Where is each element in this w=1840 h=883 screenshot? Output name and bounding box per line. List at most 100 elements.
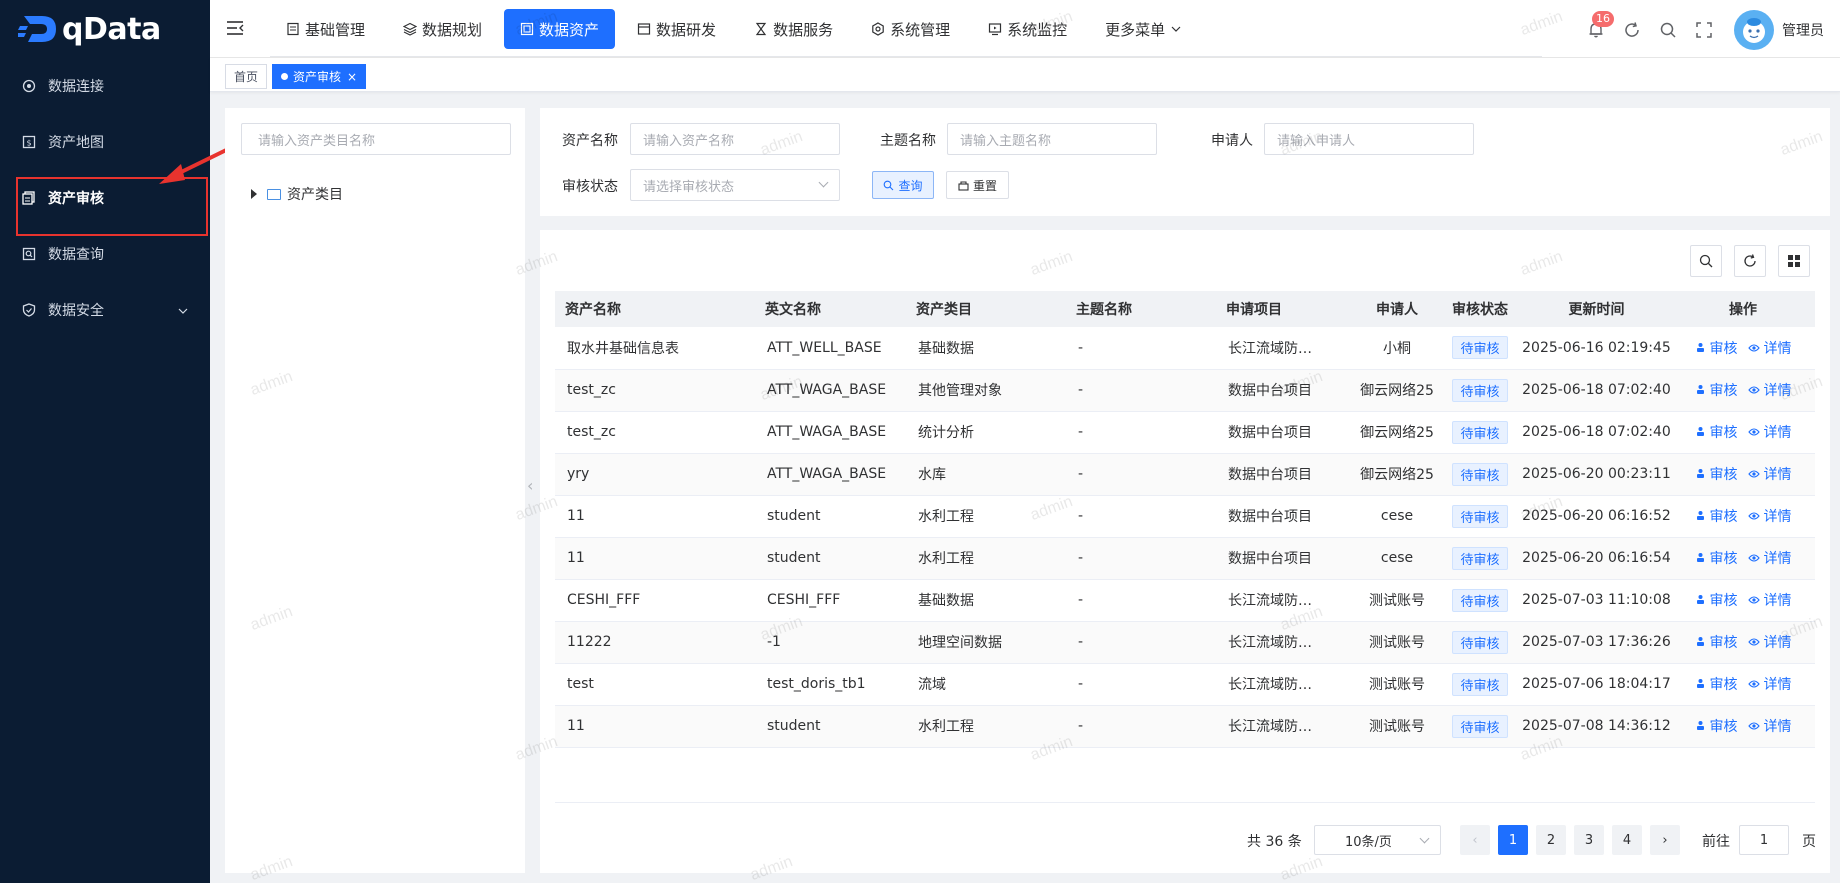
audit-link[interactable]: 审核 [1695, 590, 1738, 610]
fullscreen-icon[interactable] [1694, 20, 1714, 40]
avatar[interactable] [1734, 10, 1774, 50]
shield-icon [22, 303, 36, 317]
column-header[interactable]: 操作 [1671, 291, 1815, 327]
toggle-search-button[interactable] [1690, 245, 1722, 277]
table-cell-time: 2025-06-16 02:19:45 [1522, 327, 1671, 370]
audit-link[interactable]: 审核 [1695, 632, 1738, 652]
topnav-data-development[interactable]: 数据研发 [621, 9, 732, 49]
user-upload-icon [1695, 594, 1706, 605]
topnav-data-planning[interactable]: 数据规划 [387, 9, 498, 49]
theme-name-input[interactable]: 请输入主题名称 [947, 123, 1157, 155]
page-button[interactable]: 1 [1498, 825, 1528, 855]
column-header[interactable]: 申请人 [1356, 291, 1438, 327]
audit-link[interactable]: 审核 [1695, 548, 1738, 568]
column-header[interactable]: 申请项目 [1216, 291, 1356, 327]
refresh-table-button[interactable] [1734, 245, 1766, 277]
audit-link[interactable]: 审核 [1695, 380, 1738, 400]
page-size-select[interactable]: 10条/页 [1314, 825, 1441, 855]
refresh-icon[interactable] [1622, 20, 1642, 40]
close-icon[interactable]: × [347, 70, 357, 84]
topnav-system-management[interactable]: 系统管理 [855, 9, 966, 49]
column-header[interactable]: 资产类目 [906, 291, 1066, 327]
page-button[interactable]: 2 [1536, 825, 1566, 855]
table-cell-applicant: 御云网络25 [1356, 411, 1438, 454]
tree-node-root[interactable]: 资产类目 [251, 184, 343, 204]
detail-link[interactable]: 详情 [1747, 464, 1792, 484]
page-button[interactable]: 3 [1574, 825, 1604, 855]
applicant-input[interactable]: 请输入申请人 [1264, 123, 1474, 155]
sidebar-item-label: 数据安全 [48, 303, 104, 319]
column-settings-button[interactable] [1778, 245, 1810, 277]
table-row: 11 student 水利工程 - 长江流域防… 测试账号 待审核 2025-07-08 14… [555, 705, 1815, 748]
detail-link[interactable]: 详情 [1747, 380, 1792, 400]
column-header[interactable]: 英文名称 [755, 291, 906, 327]
topnav-system-monitoring[interactable]: 系统监控 [972, 9, 1083, 49]
sidebar-item-asset-map[interactable]: $ 资产地图 [0, 114, 210, 170]
settings-icon [871, 22, 885, 36]
audit-link[interactable]: 审核 [1695, 506, 1738, 526]
detail-link[interactable]: 详情 [1747, 632, 1792, 652]
prev-page-button[interactable]: ‹ [1460, 825, 1490, 855]
table-cell-theme: - [1066, 537, 1216, 580]
menu-toggle-icon[interactable] [226, 20, 244, 36]
audit-link[interactable]: 审核 [1695, 464, 1738, 484]
search-button[interactable]: 查询 [872, 171, 934, 199]
column-header[interactable]: 审核状态 [1438, 291, 1522, 327]
search-icon[interactable] [1658, 20, 1678, 40]
tag-asset-audit[interactable]: 资产审核 × [272, 64, 367, 89]
detail-link[interactable]: 详情 [1747, 506, 1792, 526]
user-upload-icon [1695, 720, 1706, 731]
column-header[interactable]: 主题名称 [1066, 291, 1216, 327]
eye-icon [1747, 679, 1760, 689]
asset-name-input[interactable]: 请输入资产名称 [630, 123, 840, 155]
category-search-input[interactable]: 请输入资产类目名称 [241, 123, 511, 155]
notification-badge: 16 [1592, 11, 1614, 27]
topnav-label: 基础管理 [305, 20, 366, 39]
table-cell-actions: 审核 详情 [1671, 663, 1815, 706]
column-header[interactable]: 更新时间 [1522, 291, 1671, 327]
topnav-more-menu[interactable]: 更多菜单 [1089, 9, 1197, 49]
detail-link-label: 详情 [1763, 551, 1792, 568]
detail-link[interactable]: 详情 [1747, 422, 1792, 442]
sidebar-item-asset-audit[interactable]: 资产审核 [0, 170, 210, 226]
tree-node-label: 资产类目 [287, 187, 343, 203]
table-cell-category: 水利工程 [906, 495, 1066, 538]
bell-icon[interactable]: 16 [1586, 11, 1614, 40]
goto-page-input[interactable]: 1 [1739, 825, 1789, 855]
detail-link[interactable]: 详情 [1747, 338, 1792, 358]
table-cell-category: 统计分析 [906, 411, 1066, 454]
caret-right-icon[interactable] [251, 189, 257, 199]
detail-link[interactable]: 详情 [1747, 590, 1792, 610]
detail-link[interactable]: 详情 [1747, 716, 1792, 736]
user-name[interactable]: 管理员 [1782, 20, 1824, 40]
audit-status-select[interactable]: 请选择审核状态 [630, 169, 840, 201]
detail-link-label: 详情 [1763, 677, 1792, 694]
status-badge: 待审核 [1452, 462, 1508, 486]
collapse-panel-icon[interactable]: ‹ [527, 476, 533, 495]
table-cell-name: test [555, 663, 755, 706]
detail-link[interactable]: 详情 [1747, 674, 1792, 694]
sidebar-item-data-security[interactable]: 数据安全 [0, 282, 210, 338]
reset-button[interactable]: 重置 [946, 171, 1009, 199]
topnav-data-services[interactable]: 数据服务 [738, 9, 849, 49]
sidebar-item-data-query[interactable]: 数据查询 [0, 226, 210, 282]
detail-link[interactable]: 详情 [1747, 548, 1792, 568]
tag-home[interactable]: 首页 [225, 64, 268, 89]
next-page-button[interactable]: › [1650, 825, 1680, 855]
audit-link[interactable]: 审核 [1695, 674, 1738, 694]
table-cell-time: 2025-07-03 17:36:26 [1522, 621, 1671, 664]
topnav-basic-management[interactable]: 基础管理 [270, 9, 381, 49]
audit-link[interactable]: 审核 [1695, 422, 1738, 442]
app-logo[interactable]: qData [0, 0, 210, 58]
table-cell-name: 11 [555, 705, 755, 748]
grid-icon [1787, 254, 1801, 268]
audit-link[interactable]: 审核 [1695, 338, 1738, 358]
column-header[interactable]: 资产名称 [555, 291, 755, 327]
sidebar-item-data-connection[interactable]: 数据连接 [0, 58, 210, 114]
doc-icon [286, 22, 300, 36]
table-cell-theme: - [1066, 327, 1216, 370]
detail-link-label: 详情 [1763, 635, 1792, 652]
topnav-data-assets[interactable]: 数据资产 [504, 9, 616, 49]
audit-link[interactable]: 审核 [1695, 716, 1738, 736]
page-button[interactable]: 4 [1612, 825, 1642, 855]
